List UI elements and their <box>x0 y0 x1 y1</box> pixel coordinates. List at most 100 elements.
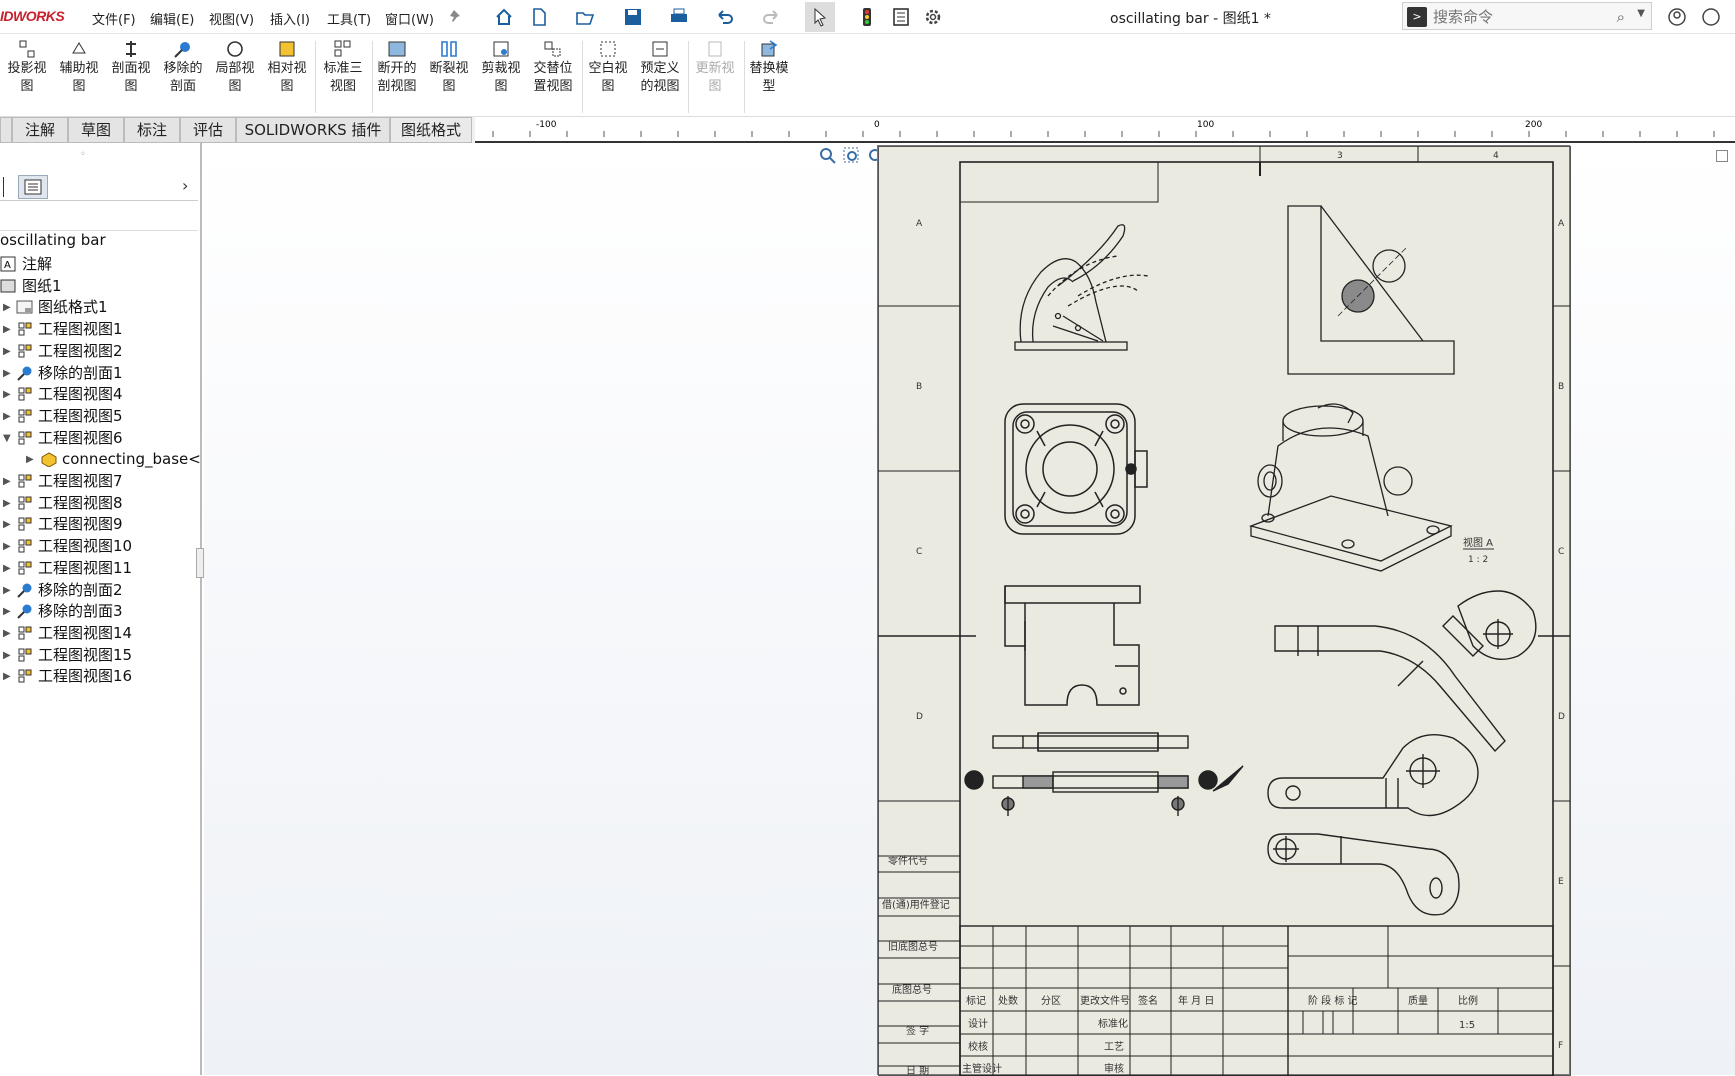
expand-arrow-icon[interactable]: ▶ <box>3 585 11 596</box>
panel-grip-icon[interactable]: ◦ <box>80 149 86 160</box>
expand-arrow-icon[interactable]: ▶ <box>3 302 11 313</box>
new-document-icon[interactable] <box>528 6 550 28</box>
replace-model-button[interactable]: 替换模型 <box>744 39 794 96</box>
relative-view-button[interactable]: 相对视图 <box>262 39 312 96</box>
expand-arrow-icon[interactable]: ▶ <box>3 650 11 661</box>
search-input[interactable] <box>1433 6 1593 28</box>
tree-node[interactable]: 工程图视图7 <box>16 470 123 492</box>
tree-node[interactable]: 移除的剖面1 <box>16 362 123 384</box>
tree-node[interactable]: 移除的剖面3 <box>16 600 123 622</box>
panel-tab-edge[interactable] <box>0 177 4 197</box>
expand-arrow-icon[interactable]: ▶ <box>3 368 11 379</box>
pin-icon[interactable] <box>445 6 467 28</box>
tree-node[interactable]: 工程图视图5 <box>16 405 123 427</box>
tree-node[interactable]: 工程图视图15 <box>16 644 132 666</box>
projected-view-button[interactable]: 投影视图 <box>2 39 52 96</box>
menu-edit[interactable]: 编辑(E) <box>150 9 194 28</box>
menu-window[interactable]: 窗口(W) <box>385 9 434 28</box>
alternate-position-view-button[interactable]: 交替位 置视图 <box>528 39 578 96</box>
expand-arrow-icon[interactable]: ▶ <box>3 563 11 574</box>
menu-insert[interactable]: 插入(I) <box>270 9 310 28</box>
drawing-view-base-front[interactable] <box>1004 585 1141 706</box>
expand-arrow-icon[interactable]: ▶ <box>3 671 11 682</box>
magnifier-icon[interactable]: ⌕ <box>1617 8 1625 26</box>
expand-arrow-icon[interactable]: ▶ <box>3 411 11 422</box>
expand-arrow-icon[interactable]: ▶ <box>3 476 11 487</box>
tab-sketch[interactable]: 草图 <box>68 117 124 143</box>
expand-arrow-icon[interactable]: ▶ <box>3 389 11 400</box>
tree-node[interactable]: 工程图视图2 <box>16 340 123 362</box>
expand-arrow-icon[interactable]: ▶ <box>3 606 11 617</box>
zoom-to-area-icon[interactable] <box>842 146 862 166</box>
tab-evaluate[interactable]: 评估 <box>180 117 236 143</box>
tree-node[interactable]: 工程图视图11 <box>16 557 132 579</box>
update-views-button[interactable]: 更新视图 <box>690 39 740 96</box>
section-view-button[interactable]: 剖面视图 <box>106 39 156 96</box>
expand-arrow-icon[interactable]: ▶ <box>3 628 11 639</box>
drawing-view-shaft[interactable] <box>964 732 1244 816</box>
file-properties-icon[interactable] <box>890 6 912 28</box>
chevron-down-icon[interactable]: ▼ <box>1637 8 1645 19</box>
undo-icon[interactable] <box>714 6 736 28</box>
drawing-view-arm-top[interactable] <box>1274 590 1537 753</box>
standard-3-view-button[interactable]: 标准三 视图 <box>318 39 368 96</box>
task-pane-collapse-icon[interactable] <box>1716 150 1728 162</box>
expand-arrow-icon[interactable]: ▶ <box>3 346 11 357</box>
tree-node[interactable]: 图纸格式1 <box>16 296 108 318</box>
collapse-arrow-icon[interactable]: ▼ <box>3 433 11 444</box>
home-icon[interactable] <box>493 6 515 28</box>
search-box[interactable]: > ⌕ ▼ <box>1402 2 1652 30</box>
expand-arrow-icon[interactable]: ▶ <box>3 541 11 552</box>
tree-node[interactable]: 工程图视图4 <box>16 383 123 405</box>
drawing-view-l-bracket[interactable] <box>1287 205 1455 375</box>
tab-dimension[interactable]: 标注 <box>124 117 180 143</box>
broken-out-section-button[interactable]: 断开的 剖视图 <box>372 39 422 96</box>
traffic-light-icon[interactable] <box>856 6 878 28</box>
tree-node[interactable]: 图纸1 <box>0 275 62 297</box>
feature-tree-tab-icon[interactable] <box>18 175 48 199</box>
save-icon[interactable] <box>622 6 644 28</box>
crop-view-button[interactable]: 剪裁视图 <box>476 39 526 96</box>
empty-view-button[interactable]: 空白视图 <box>583 39 633 96</box>
expand-arrow-icon[interactable]: ▶ <box>3 498 11 509</box>
tree-filter-field[interactable] <box>0 201 198 231</box>
user-account-icon[interactable] <box>1666 6 1688 28</box>
break-view-button[interactable]: 断裂视图 <box>424 39 474 96</box>
tree-node[interactable]: connecting_base< <box>40 448 201 470</box>
redo-icon[interactable] <box>760 6 782 28</box>
removed-section-button[interactable]: 移除的 剖面 <box>158 39 208 96</box>
tree-node[interactable]: 工程图视图16 <box>16 665 132 687</box>
select-cursor-icon[interactable] <box>805 2 835 32</box>
menu-view[interactable]: 视图(V) <box>209 9 254 28</box>
print-icon[interactable] <box>668 6 690 28</box>
expand-arrow-icon[interactable]: ▶ <box>3 324 11 335</box>
drawing-view-base-isometric[interactable] <box>1248 403 1453 572</box>
open-icon[interactable] <box>574 6 596 28</box>
tree-node[interactable]: 工程图视图9 <box>16 513 123 535</box>
tab-sheet-format[interactable]: 图纸格式 <box>390 117 472 143</box>
help-icon[interactable] <box>1700 6 1722 28</box>
menu-file[interactable]: 文件(F) <box>92 9 136 28</box>
expand-arrow-icon[interactable]: ▶ <box>26 454 34 465</box>
tree-node[interactable]: 工程图视图14 <box>16 622 132 644</box>
tree-node[interactable]: A 注解 <box>0 253 52 275</box>
tree-node[interactable]: 工程图视图6 <box>16 427 123 449</box>
drawing-sheet[interactable]: A B C D A B C D E F 3 4 零件代号 借(通)用件登记 旧底… <box>877 145 1571 1076</box>
tab-annotation[interactable]: 注解 <box>12 117 68 143</box>
tab-hidden[interactable] <box>0 117 12 143</box>
detail-view-button[interactable]: 局部视图 <box>210 39 260 96</box>
panel-splitter-handle[interactable] <box>196 548 204 578</box>
chevron-right-icon[interactable]: › <box>182 176 188 195</box>
auxiliary-view-button[interactable]: 辅助视图 <box>54 39 104 96</box>
tree-root-label[interactable]: oscillating bar <box>0 231 106 249</box>
expand-arrow-icon[interactable]: ▶ <box>3 519 11 530</box>
tree-node[interactable]: 工程图视图8 <box>16 492 123 514</box>
zoom-to-fit-icon[interactable] <box>818 146 838 166</box>
drawing-view-flange-top[interactable] <box>1004 403 1148 535</box>
options-gear-icon[interactable] <box>922 6 944 28</box>
tree-node[interactable]: 移除的剖面2 <box>16 579 123 601</box>
predefined-view-button[interactable]: 预定义 的视图 <box>635 39 685 96</box>
menu-tools[interactable]: 工具(T) <box>327 9 371 28</box>
drawing-view-crank[interactable] <box>1267 734 1479 916</box>
tab-solidworks-addins[interactable]: SOLIDWORKS 插件 <box>236 117 390 143</box>
